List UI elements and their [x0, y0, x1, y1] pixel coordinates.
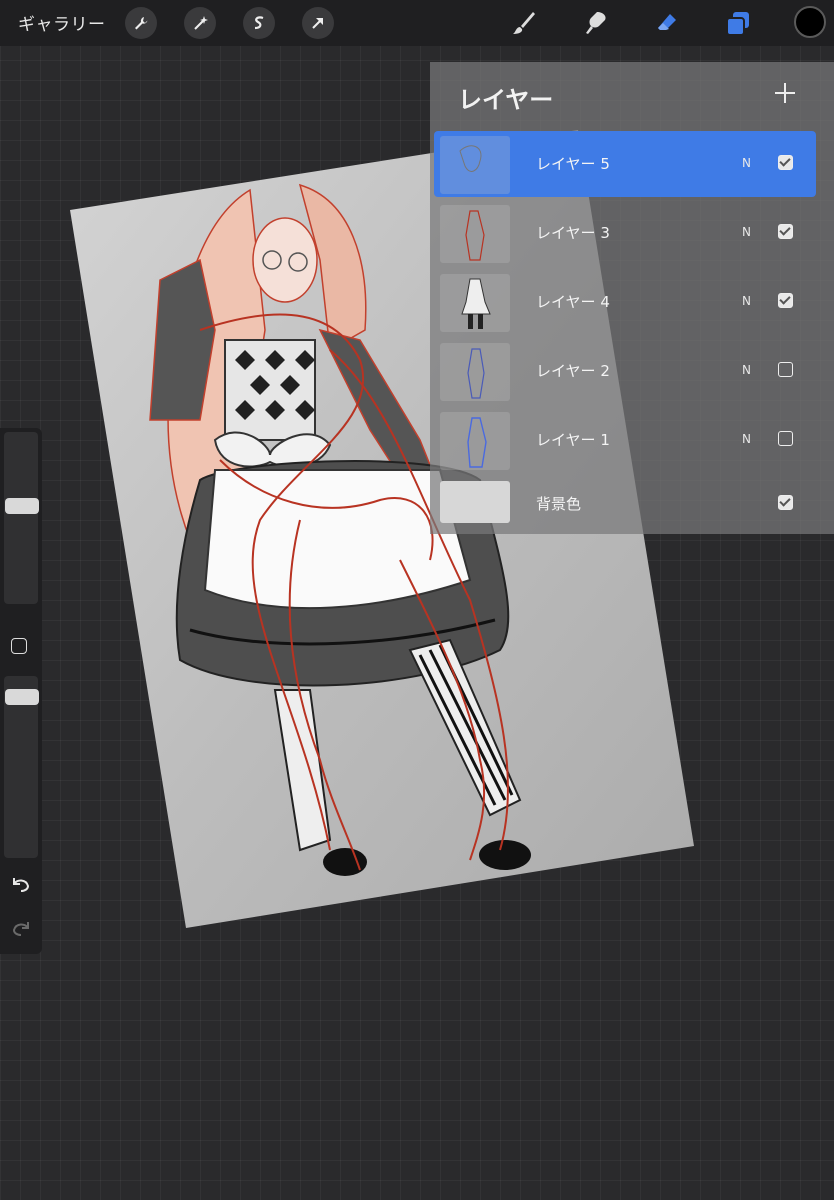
blend-mode-label[interactable]: N: [742, 363, 751, 377]
blend-mode-label[interactable]: N: [742, 156, 751, 170]
layer-thumbnail: [440, 274, 510, 332]
layer-name: レイヤー 2: [536, 362, 610, 380]
eraser-icon: [658, 14, 676, 30]
undo-icon[interactable]: [10, 874, 32, 894]
layers-panel: レイヤー レイヤー 5 N レイヤー 3 N レイヤー 4 N レイヤー 2 N: [430, 62, 834, 534]
brush-icon: [513, 12, 535, 34]
magic-wand-icon: [194, 16, 208, 30]
background-color-swatch[interactable]: [440, 481, 510, 523]
selection-button[interactable]: [243, 7, 275, 39]
layers-button[interactable]: [720, 5, 756, 41]
smudge-tool-button[interactable]: [578, 5, 614, 41]
left-sidebar: [0, 428, 42, 954]
layer-visibility-checkbox[interactable]: [778, 155, 793, 170]
layer-row-1[interactable]: レイヤー 1 N: [434, 407, 816, 473]
layer-row-5[interactable]: レイヤー 5 N: [434, 131, 816, 197]
transform-button[interactable]: [302, 7, 334, 39]
opacity-slider[interactable]: [4, 676, 39, 858]
layers-panel-title: レイヤー: [458, 86, 554, 114]
layer-name: レイヤー 4: [536, 293, 610, 311]
wrench-icon: [135, 17, 148, 30]
opacity-thumb[interactable]: [5, 689, 39, 705]
layer-row-3[interactable]: レイヤー 3 N: [434, 200, 816, 266]
layer-thumbnail: [440, 136, 510, 194]
actions-button[interactable]: [125, 7, 157, 39]
layer-thumbnail: [440, 205, 510, 263]
background-visibility-checkbox[interactable]: [778, 495, 793, 510]
brush-size-slider[interactable]: [4, 432, 39, 604]
layers-icon: [726, 12, 749, 36]
layer-name: レイヤー 5: [536, 155, 610, 173]
color-picker-button[interactable]: [794, 6, 826, 38]
layer-visibility-checkbox[interactable]: [778, 431, 793, 446]
layer-name: レイヤー 3: [536, 224, 610, 242]
brush-tool-button[interactable]: [506, 5, 542, 41]
background-color-row[interactable]: 背景色: [434, 469, 816, 535]
top-toolbar: ギャラリー: [0, 0, 834, 46]
layer-row-2[interactable]: レイヤー 2 N: [434, 338, 816, 404]
adjustments-button[interactable]: [184, 7, 216, 39]
modifier-square-icon[interactable]: [11, 638, 27, 654]
layer-thumbnail: [440, 412, 510, 470]
blend-mode-label[interactable]: N: [742, 225, 751, 239]
blend-mode-label[interactable]: N: [742, 294, 751, 308]
redo-icon[interactable]: [10, 918, 32, 938]
transform-arrow-icon: [312, 18, 323, 29]
layer-visibility-checkbox[interactable]: [778, 362, 793, 377]
gallery-button[interactable]: ギャラリー: [18, 10, 106, 35]
layer-visibility-checkbox[interactable]: [778, 293, 793, 308]
brush-size-thumb[interactable]: [5, 498, 39, 514]
blend-mode-label[interactable]: N: [742, 432, 751, 446]
background-layer-name: 背景色: [536, 495, 582, 513]
layer-name: レイヤー 1: [536, 431, 610, 449]
selection-icon: [254, 16, 264, 30]
eraser-tool-button[interactable]: [649, 5, 685, 41]
layer-thumbnail: [440, 343, 510, 401]
smudge-icon: [586, 12, 606, 34]
layer-row-4[interactable]: レイヤー 4 N: [434, 269, 816, 335]
layer-visibility-checkbox[interactable]: [778, 224, 793, 239]
add-layer-plus-icon[interactable]: [770, 78, 800, 108]
